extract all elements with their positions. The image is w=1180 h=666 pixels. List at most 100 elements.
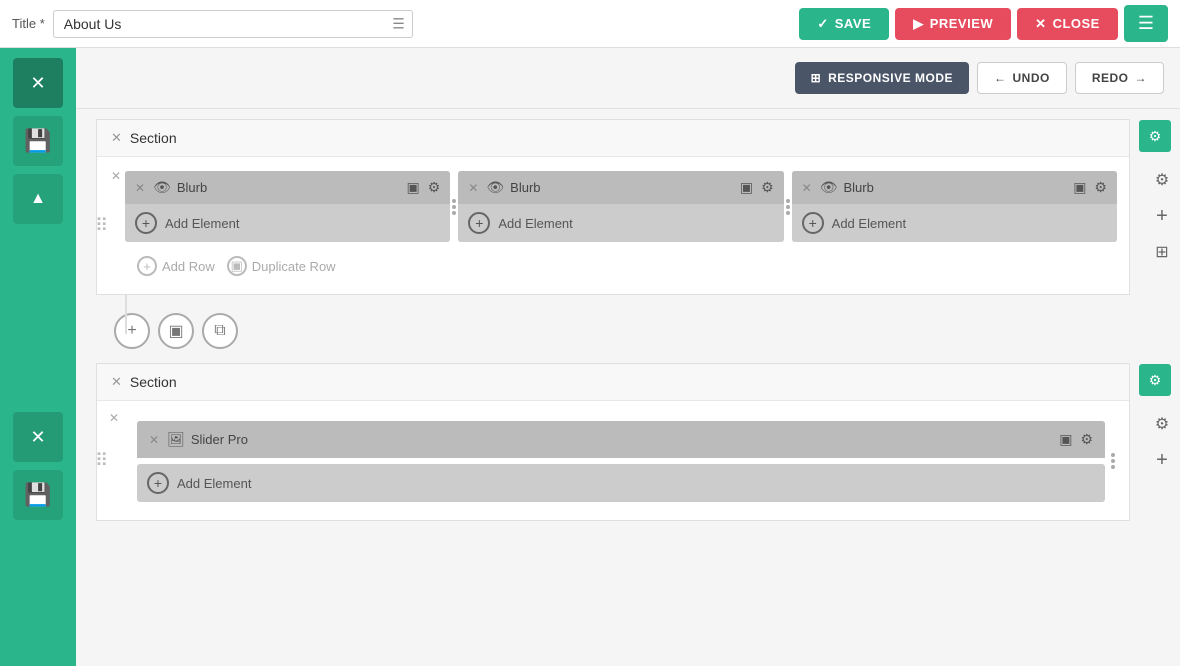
redo-label: REDO <box>1092 71 1129 85</box>
title-input[interactable] <box>53 10 413 38</box>
top-bar: Title * ☰ ✓ SAVE ▶ PREVIEW ✕ CLOSE ☰ <box>0 0 1180 48</box>
blurb-3-label: Blurb <box>844 180 874 195</box>
gear-icon-s2r: ⚙ <box>1155 414 1169 434</box>
blurb-1-settings-btn[interactable]: ⚙ <box>426 177 443 198</box>
top-bar-actions: ✓ SAVE ▶ PREVIEW ✕ CLOSE ☰ <box>799 5 1168 42</box>
sidebar-close-btn-2[interactable]: ✕ <box>13 412 63 462</box>
redo-button[interactable]: REDO → <box>1075 62 1164 94</box>
close-button[interactable]: ✕ CLOSE <box>1017 8 1118 40</box>
blurb-3-header: ✕ 👁 Blurb ▣ ⚙ <box>792 171 1117 204</box>
blurb-2-copy-btn[interactable]: ▣ <box>738 177 755 198</box>
blurb-2-add-element[interactable]: + Add Element <box>458 204 783 242</box>
add-section-btn[interactable]: + <box>114 313 150 349</box>
slider-close-btn[interactable]: ✕ <box>147 431 161 449</box>
slider-settings-btn[interactable]: ⚙ <box>1078 429 1095 450</box>
x-icon: ✕ <box>1035 16 1046 32</box>
blurb-2-label: Blurb <box>510 180 540 195</box>
section-2-container: ✕ Section ⚙ ✕ ⚙ + <box>96 363 1130 521</box>
add-element-icon-s2: + <box>147 472 169 494</box>
blurb-2-left: ✕ 👁 Blurb <box>466 179 540 197</box>
section-2-close-btn[interactable]: ✕ <box>111 374 122 390</box>
title-label: Title * <box>12 16 45 31</box>
section-2-right-controls: ⚙ + <box>1147 409 1177 475</box>
menu-button[interactable]: ☰ <box>1124 5 1168 42</box>
blurb-1-add-label: Add Element <box>165 216 239 231</box>
blurb-2-settings-btn[interactable]: ⚙ <box>759 177 776 198</box>
row-right-controls: ⚙ + ⊞ <box>1147 165 1177 267</box>
section-2-row-close[interactable]: ✕ <box>109 411 119 425</box>
close-label: CLOSE <box>1053 16 1100 31</box>
sidebar-up-btn[interactable]: ▲ <box>13 174 63 224</box>
s2-add-btn[interactable]: + <box>1147 445 1177 475</box>
row-add-btn[interactable]: + <box>1147 201 1177 231</box>
slider-copy-btn[interactable]: ▣ <box>1057 429 1074 450</box>
blurb-1-copy-btn[interactable]: ▣ <box>405 177 422 198</box>
grid-icon: ⊞ <box>1155 242 1168 262</box>
toolbar-row: ⊞ RESPONSIVE MODE ← UNDO REDO → <box>76 48 1180 109</box>
blurb-1-close-btn[interactable]: ✕ <box>133 179 147 197</box>
blurb-card-1: ✕ 👁 Blurb ▣ ⚙ + <box>125 171 450 242</box>
save-button[interactable]: ✓ SAVE <box>799 8 889 40</box>
blurb-2-close-btn[interactable]: ✕ <box>466 179 480 197</box>
duplicate-row-btn[interactable]: ▣ Duplicate Row <box>227 256 336 276</box>
blurb-3-add-element[interactable]: + Add Element <box>792 204 1117 242</box>
blurb-3-left: ✕ 👁 Blurb <box>800 179 874 197</box>
blurb-3-close-btn[interactable]: ✕ <box>800 179 814 197</box>
left-sidebar: ✕ 💾 ▲ ✕ 💾 <box>0 48 76 666</box>
undo-button[interactable]: ← UNDO <box>977 62 1067 94</box>
add-row-label: Add Row <box>162 259 215 274</box>
title-input-wrapper: ☰ <box>53 10 413 38</box>
blurb-3-copy-btn[interactable]: ▣ <box>1071 177 1088 198</box>
section-2-add-element[interactable]: + Add Element <box>137 464 1105 502</box>
section-1-settings-btn[interactable]: ⚙ <box>1139 120 1171 152</box>
blurb-card-3: ✕ 👁 Blurb ▣ ⚙ + <box>792 171 1117 242</box>
slider-pro-actions: ▣ ⚙ <box>1057 429 1095 450</box>
row-close-btn[interactable]: ✕ <box>111 169 121 183</box>
duplicate-row-label: Duplicate Row <box>252 259 336 274</box>
save-section-btn[interactable]: ⧉ <box>202 313 238 349</box>
check-icon: ✓ <box>817 16 828 32</box>
add-element-icon-3: + <box>802 212 824 234</box>
section-2-settings-btn[interactable]: ⚙ <box>1139 364 1171 396</box>
blurb-3-eye-icon: 👁 <box>820 179 838 196</box>
blurb-2-header: ✕ 👁 Blurb ▣ ⚙ <box>458 171 783 204</box>
sidebar-save-btn[interactable]: 💾 <box>13 116 63 166</box>
s2-move-handle[interactable]: ⠿ <box>95 450 108 471</box>
add-row-btn[interactable]: + Add Row <box>137 256 215 276</box>
blurb-2-add-label: Add Element <box>498 216 572 231</box>
blurb-1-actions: ▣ ⚙ <box>405 177 443 198</box>
duplicate-section-btn[interactable]: ▣ <box>158 313 194 349</box>
s2-gear-btn[interactable]: ⚙ <box>1147 409 1177 439</box>
preview-label: PREVIEW <box>930 16 993 31</box>
slider-image-icon: 🖼 <box>167 431 185 448</box>
undo-icon: ← <box>994 71 1007 85</box>
floppy-icon: 💾 <box>24 128 51 154</box>
section-1: ✕ Section ⚙ ✕ ⚙ + ⊞ <box>96 119 1130 295</box>
gear-icon-row: ⚙ <box>1155 170 1169 190</box>
section-2-add-label: Add Element <box>177 476 251 491</box>
section-1-header: ✕ Section <box>97 120 1129 157</box>
blurb-1-left: ✕ 👁 Blurb <box>133 179 207 197</box>
floppy-icon-2: 💾 <box>24 482 51 508</box>
gear-icon: ⚙ <box>1149 128 1162 145</box>
section-1-close-btn[interactable]: ✕ <box>111 130 122 146</box>
responsive-label: RESPONSIVE MODE <box>828 71 953 85</box>
slider-drag-dots[interactable] <box>1111 453 1115 469</box>
sidebar-close-btn[interactable]: ✕ <box>13 58 63 108</box>
row-gear-btn[interactable]: ⚙ <box>1147 165 1177 195</box>
slider-pro-label: Slider Pro <box>191 432 248 447</box>
redo-icon: → <box>1135 71 1148 85</box>
undo-label: UNDO <box>1012 71 1049 85</box>
col-1-drag-handle[interactable] <box>452 199 456 215</box>
responsive-mode-button[interactable]: ⊞ RESPONSIVE MODE <box>795 62 969 94</box>
preview-button[interactable]: ▶ PREVIEW <box>895 8 1011 40</box>
add-row-icon: + <box>137 256 157 276</box>
sidebar-save-btn-2[interactable]: 💾 <box>13 470 63 520</box>
col-2-drag-handle[interactable] <box>786 199 790 215</box>
blurb-1-add-element[interactable]: + Add Element <box>125 204 450 242</box>
blurb-3-settings-btn[interactable]: ⚙ <box>1092 177 1109 198</box>
row-move-handle[interactable]: ⠿ <box>95 215 108 236</box>
row-actions: + Add Row ▣ Duplicate Row <box>109 248 1117 284</box>
blurb-3-actions: ▣ ⚙ <box>1071 177 1109 198</box>
row-grid-btn[interactable]: ⊞ <box>1147 237 1177 267</box>
